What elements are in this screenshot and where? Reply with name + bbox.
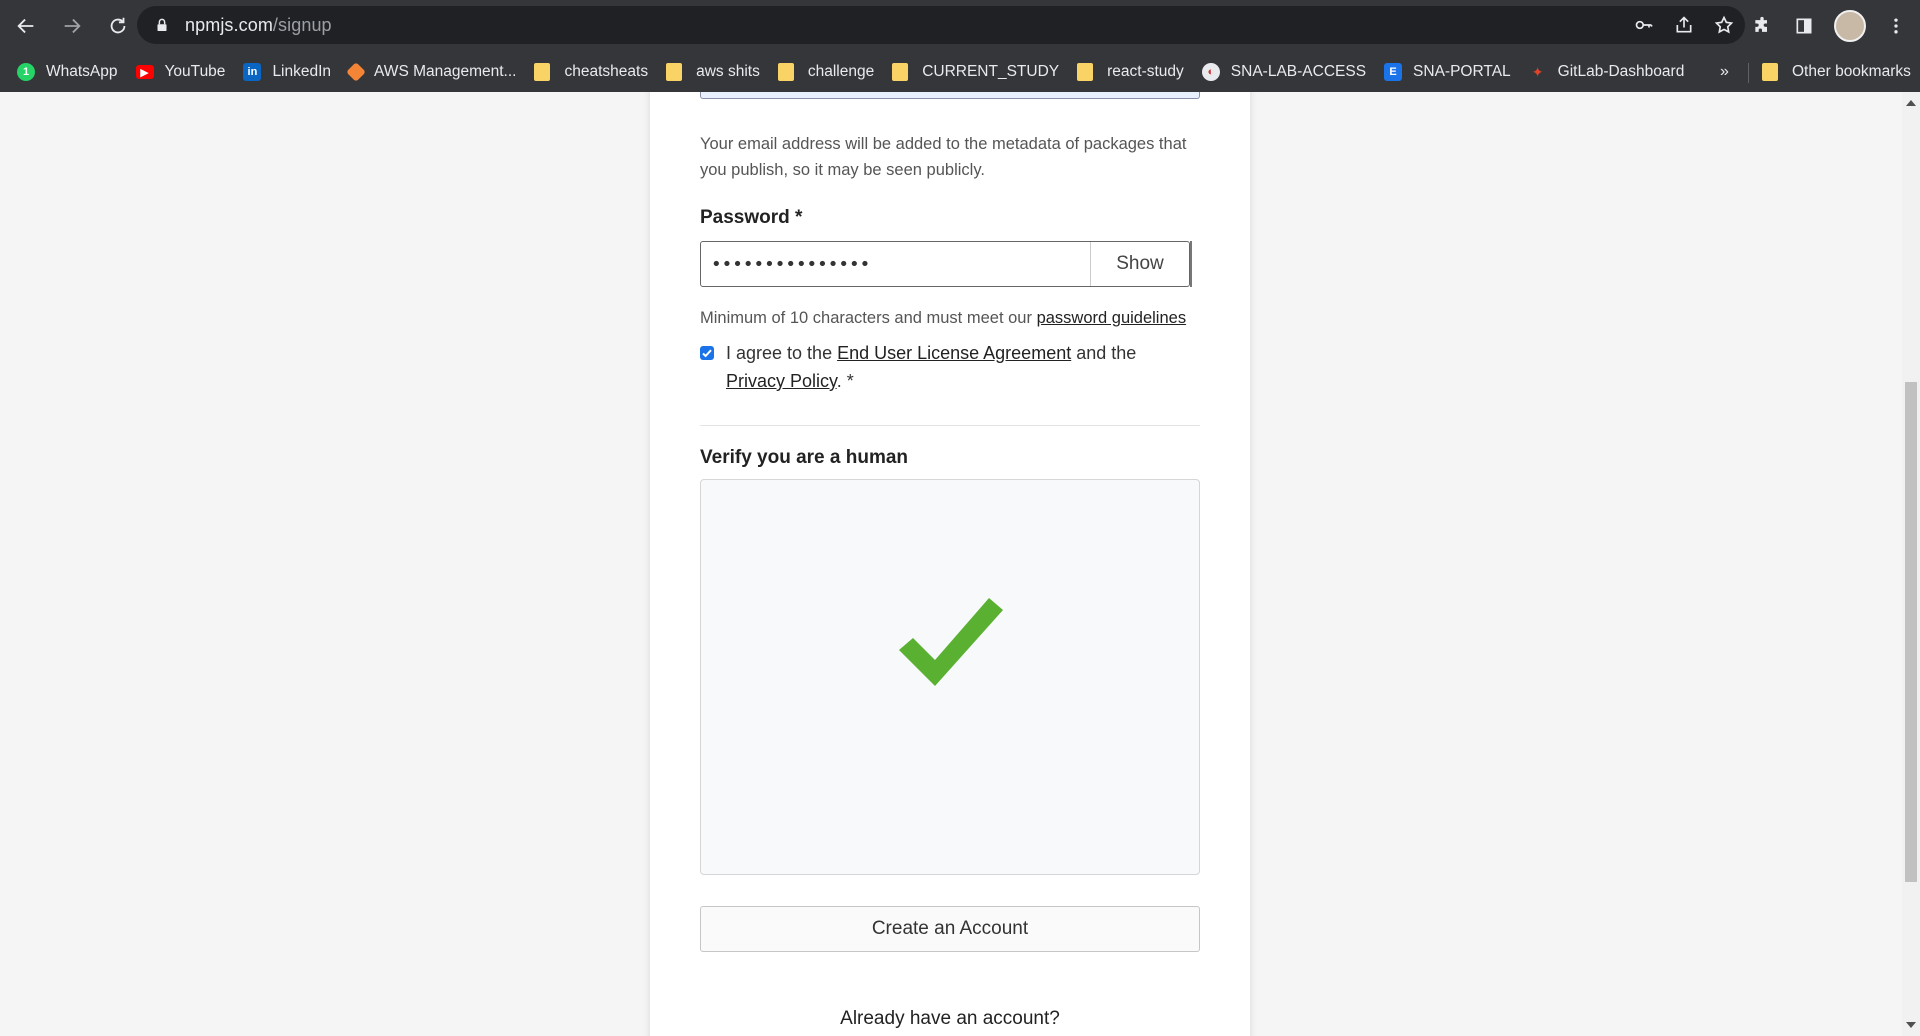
scroll-down-arrow-icon[interactable] (1906, 1022, 1916, 1028)
folder-icon (892, 63, 909, 81)
side-panel-icon[interactable] (1792, 14, 1816, 38)
bookmark-youtube[interactable]: ▶ YouTube (135, 63, 225, 81)
bookmark-cheatsheats[interactable]: cheatsheats (534, 63, 648, 81)
bookmarks-overflow-button[interactable]: » (1720, 52, 1729, 92)
agree-text: I agree to the End User License Agreemen… (726, 343, 1137, 391)
page-content: Your email address will be added to the … (0, 92, 1902, 1036)
youtube-icon: ▶ (135, 65, 154, 79)
scrollbar-thumb[interactable] (1905, 382, 1917, 882)
address-bar[interactable]: npmjs.com/signup (137, 6, 1745, 44)
other-bookmarks[interactable]: Other bookmarks (1762, 52, 1911, 92)
signup-card: Your email address will be added to the … (650, 92, 1250, 1036)
forward-icon[interactable] (52, 6, 92, 46)
bookmark-challenge[interactable]: challenge (777, 63, 874, 81)
folder-icon (666, 63, 683, 81)
verify-label: Verify you are a human (700, 447, 909, 468)
email-help-text: Your email address will be added to the … (700, 135, 1187, 179)
bookmark-react-study[interactable]: react-study (1077, 63, 1184, 81)
bookmark-current-study[interactable]: CURRENT_STUDY (892, 63, 1059, 81)
folder-icon (1077, 63, 1094, 81)
extensions-icon[interactable] (1750, 14, 1774, 38)
bookmark-aws[interactable]: AWS Management... (346, 62, 516, 82)
bookmark-whatsapp[interactable]: 1 WhatsApp (17, 63, 118, 81)
show-password-button[interactable]: Show (1090, 242, 1189, 286)
whatsapp-icon: 1 (17, 63, 35, 81)
bookmark-aws-shits[interactable]: aws shits (666, 63, 760, 81)
linkedin-icon: in (243, 63, 262, 81)
back-icon[interactable] (6, 6, 46, 46)
gitlab-icon: ✦ (1531, 63, 1544, 80)
aws-icon (346, 62, 366, 82)
reload-icon[interactable] (98, 6, 138, 46)
password-input[interactable] (701, 242, 1090, 286)
privacy-policy-link[interactable]: Privacy Policy (726, 371, 837, 391)
sna-lab-icon: ◐ (1201, 63, 1220, 81)
bookmark-sna-portal[interactable]: E SNA-PORTAL (1384, 63, 1511, 81)
browser-toolbar: npmjs.com/signup (0, 0, 1920, 52)
create-account-button[interactable]: Create an Account (700, 906, 1200, 952)
scroll-up-arrow-icon[interactable] (1906, 100, 1916, 106)
password-label: Password * (700, 207, 803, 228)
email-field[interactable] (700, 92, 1200, 99)
password-field-wrapper: Show (700, 241, 1190, 287)
page-scrollbar[interactable] (1902, 92, 1920, 1036)
sna-portal-icon: E (1384, 63, 1403, 81)
password-field-border (1190, 241, 1192, 287)
bookmark-linkedin[interactable]: in LinkedIn (243, 63, 331, 81)
folder-icon (777, 63, 794, 81)
bookmarks-divider (1748, 63, 1749, 83)
bookmark-gitlab-dashboard[interactable]: ✦ GitLab-Dashboard (1529, 63, 1685, 81)
bookmark-sna-lab-access[interactable]: ◐ SNA-LAB-ACCESS (1201, 63, 1366, 81)
eula-link[interactable]: End User License Agreement (837, 343, 1071, 363)
already-have-account-text: Already have an account? (840, 1008, 1060, 1029)
captcha-checkmark-icon (899, 598, 1003, 686)
star-icon[interactable] (1713, 14, 1735, 36)
lock-icon (157, 18, 167, 31)
profile-avatar[interactable] (1834, 10, 1866, 42)
captcha-frame[interactable] (700, 479, 1200, 875)
agree-checkbox[interactable] (700, 346, 714, 360)
key-icon[interactable] (1633, 14, 1655, 36)
checkbox-check-icon (702, 349, 712, 358)
folder-icon (534, 63, 551, 81)
share-icon[interactable] (1673, 14, 1695, 36)
menu-icon[interactable] (1884, 14, 1908, 38)
bookmarks-bar: 1 WhatsApp ▶ YouTube in LinkedIn AWS Man… (0, 52, 1920, 92)
section-divider (700, 425, 1200, 426)
url-text: npmjs.com/signup (185, 14, 332, 35)
password-help-text: Minimum of 10 characters and must meet o… (700, 309, 1187, 327)
folder-icon (1762, 63, 1778, 81)
password-guidelines-link[interactable]: password guidelines (1037, 309, 1187, 327)
